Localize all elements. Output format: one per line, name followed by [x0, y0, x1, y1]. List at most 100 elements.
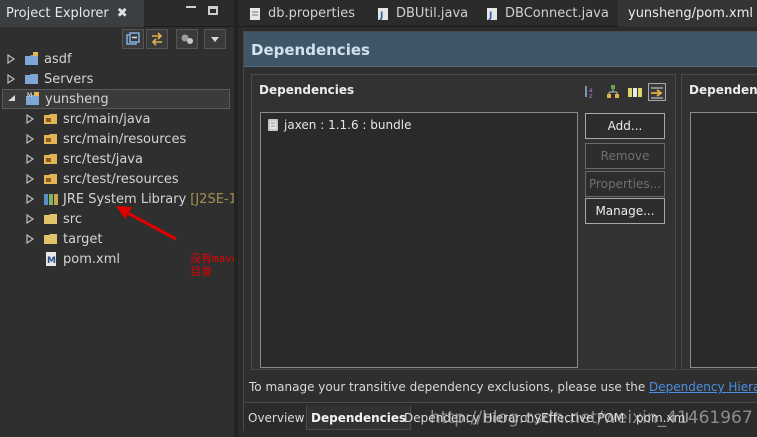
editor-tab-label: yunsheng/pom.xml [628, 6, 754, 21]
dependencies-section: Dependencies az jaxen : 1.1.6 : bundle A… [251, 74, 676, 370]
tree-item-label: yunsheng [45, 91, 109, 107]
properties-button[interactable]: Properties... [585, 171, 665, 197]
tree-item-src-main-java[interactable]: src/main/java [25, 109, 150, 129]
editor-tab-dbutil-java[interactable]: J DBUtil.java [372, 0, 472, 27]
chevron-right-icon[interactable] [6, 74, 16, 84]
sort-button[interactable]: az [582, 83, 600, 101]
tree-item-label: src/test/resources [63, 171, 179, 187]
folder-icon [44, 214, 57, 224]
tree-item-target[interactable]: target [25, 229, 103, 249]
dependency-label: jaxen : 1.1.6 : bundle [284, 118, 412, 132]
form-header: Dependencies [244, 32, 757, 67]
chevron-right-icon[interactable] [25, 174, 35, 184]
maximize-icon[interactable] [208, 6, 218, 15]
project-explorer-tab[interactable]: Project Explorer ✖ [0, 0, 144, 27]
tab-dependencies[interactable]: Dependencies [306, 406, 412, 430]
svg-text:M: M [27, 92, 32, 99]
remove-button[interactable]: Remove [585, 143, 665, 169]
tree-item-pom-xml[interactable]: M pom.xml [43, 249, 120, 269]
close-icon[interactable]: ✖ [117, 6, 128, 21]
project-icon [25, 52, 38, 65]
tree-item-label: src/test/java [63, 151, 143, 167]
collapse-all-icon [126, 32, 140, 45]
transitive-exclusion-note: To manage your transitive dependency exc… [249, 380, 757, 394]
editor-tab-label: DBConnect.java [505, 6, 609, 21]
chevron-right-icon[interactable] [25, 154, 35, 164]
java-file-icon: J [378, 7, 388, 21]
editor-tab-dbconnect-java[interactable]: J DBConnect.java [481, 0, 613, 27]
tree-item-label: pom.xml [63, 251, 120, 267]
library-icon [628, 88, 642, 97]
editor-tab-db-properties[interactable]: db.properties [244, 0, 359, 27]
editor-tab-label: DBUtil.java [396, 6, 469, 21]
sort-icon: az [585, 86, 593, 100]
manage-button[interactable]: Manage... [585, 198, 665, 224]
dependencies-form: Dependencies Dependencies az jaxen : 1.1… [243, 31, 757, 432]
tree-item-asdf[interactable]: asdf [6, 49, 72, 69]
editor-tab-pom-xml[interactable]: M yunsheng/pom.xml [618, 0, 757, 27]
project-explorer-tabbar: Project Explorer ✖ [0, 0, 234, 27]
java-file-icon: J [487, 7, 497, 21]
dependency-hierarchy-link[interactable]: Dependency Hierarch [649, 380, 757, 394]
tab-overview[interactable]: Overview [244, 406, 309, 430]
chevron-right-icon[interactable] [25, 114, 35, 124]
chevron-down-icon[interactable] [7, 94, 17, 104]
list-item[interactable]: jaxen : 1.1.6 : bundle [267, 118, 411, 132]
tree-item-servers[interactable]: Servers [6, 69, 93, 89]
tree-item-label: src/main/resources [63, 131, 187, 147]
hierarchy-icon [607, 85, 619, 98]
source-folder-icon [44, 134, 57, 144]
maven-file-icon: M [46, 252, 56, 266]
show-group-id-button[interactable] [604, 83, 622, 101]
jar-icon [268, 119, 278, 131]
dependency-management-section: Dependency [681, 74, 757, 370]
properties-file-icon [250, 7, 260, 20]
watermark-text: http://blog.csdn.net/weixin_41461967 [430, 408, 753, 428]
chevron-down-icon [211, 37, 219, 42]
dependencies-list[interactable]: jaxen : 1.1.6 : bundle [260, 112, 578, 368]
svg-text:z: z [589, 93, 592, 100]
focus-task-icon [181, 34, 193, 44]
folder-icon [44, 234, 57, 244]
chevron-right-icon[interactable] [25, 214, 35, 224]
chevron-right-icon[interactable] [25, 234, 35, 244]
tree-item-src-main-resources[interactable]: src/main/resources [25, 129, 186, 149]
form-title: Dependencies [251, 41, 370, 59]
tree-item-label: Servers [44, 71, 94, 87]
collapse-all-button[interactable] [122, 29, 144, 49]
editor-tab-label: db.properties [268, 6, 355, 21]
tree-item-label: src/main/java [63, 111, 151, 127]
arrow-right-icon [651, 87, 663, 99]
tree-item-src-test-java[interactable]: src/test/java [25, 149, 143, 169]
chevron-right-icon[interactable] [25, 134, 35, 144]
add-button[interactable]: Add... [585, 113, 665, 139]
minimize-icon[interactable] [186, 6, 196, 8]
chevron-right-icon[interactable] [25, 194, 35, 204]
svg-text:J: J [488, 11, 492, 21]
pom-editor: db.properties J DBUtil.java J DBConnect.… [238, 0, 757, 437]
section-title: Dependencies [259, 83, 355, 97]
project-explorer-toolbar [0, 27, 234, 51]
tree-item-label: src [63, 211, 82, 227]
folder-icon [25, 74, 38, 84]
source-folder-icon [44, 114, 57, 124]
source-folder-icon [44, 154, 57, 164]
link-with-editor-button[interactable] [146, 29, 168, 49]
chevron-right-icon[interactable] [6, 54, 16, 64]
project-icon: M [26, 92, 39, 105]
tree-item-src-test-resources[interactable]: src/test/resources [25, 169, 179, 189]
library-icon [44, 194, 58, 205]
toggle-managed-button[interactable] [648, 83, 666, 101]
tree-item-yunsheng[interactable]: M yunsheng [2, 89, 230, 109]
section-title: Dependency [689, 83, 757, 97]
annotation-arrow [116, 206, 177, 241]
link-with-editor-icon [151, 32, 163, 46]
tree-item-src[interactable]: src [25, 209, 82, 229]
source-folder-icon [44, 174, 57, 184]
view-menu-button[interactable] [204, 29, 226, 49]
svg-text:M: M [47, 256, 56, 266]
project-explorer-title: Project Explorer [6, 6, 109, 21]
dependency-management-list[interactable] [690, 112, 757, 368]
filter-button[interactable] [626, 83, 644, 101]
focus-on-active-task-button[interactable] [176, 29, 198, 49]
